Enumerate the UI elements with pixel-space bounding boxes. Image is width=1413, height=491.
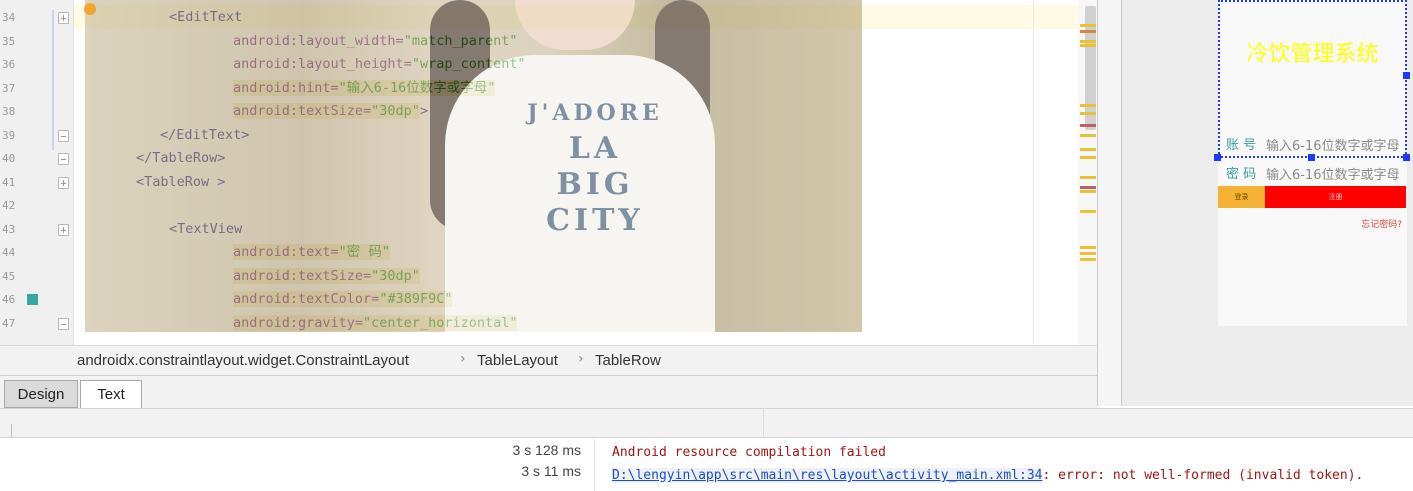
scroll-marker[interactable]: [1080, 258, 1096, 261]
line-number: 43: [2, 222, 16, 236]
breadcrumb-item[interactable]: TableRow: [595, 352, 661, 369]
line-number: 38: [2, 105, 16, 118]
scroll-marker[interactable]: [1080, 156, 1096, 159]
line-number: 45: [2, 269, 16, 283]
shirt-print: J'ADORE LA BIG CITY: [510, 95, 680, 239]
shirt-print-line: BIG: [556, 167, 634, 202]
change-marker: [52, 10, 54, 150]
shirt-print-line: CITY: [546, 203, 644, 238]
resize-handle[interactable]: [1403, 154, 1410, 161]
scroll-marker[interactable]: [1080, 104, 1096, 107]
scroll-marker[interactable]: [1080, 210, 1096, 213]
shirt-print-line: J'ADORE: [527, 100, 663, 126]
fold-icon[interactable]: [58, 129, 69, 142]
breadcrumb-separator: ›: [578, 351, 584, 367]
selection-box[interactable]: [1218, 0, 1407, 158]
resize-handle[interactable]: [1308, 154, 1315, 161]
scroll-marker[interactable]: [1080, 112, 1096, 115]
gutter-marker-icon[interactable]: [27, 294, 38, 305]
editor-tabs: Design Text: [0, 375, 1097, 408]
tab-design[interactable]: Design: [4, 380, 78, 408]
scroll-marker[interactable]: [1080, 252, 1096, 255]
shirt-print-line: LA: [568, 131, 622, 166]
breadcrumb-item[interactable]: TableLayout: [477, 352, 558, 369]
scroll-marker[interactable]: [1080, 134, 1096, 137]
scroll-marker[interactable]: [1080, 24, 1096, 27]
fold-icon[interactable]: [58, 223, 69, 236]
scroll-marker[interactable]: [1080, 40, 1096, 43]
line-number: 47: [2, 316, 16, 330]
build-time: 3 s 11 ms: [521, 463, 581, 479]
register-button[interactable]: 注册: [1265, 186, 1406, 208]
scroll-marker[interactable]: [1080, 148, 1096, 151]
scroll-marker[interactable]: [1080, 186, 1096, 189]
intention-bulb-icon[interactable]: [84, 3, 96, 15]
line-number: 42: [2, 199, 16, 212]
breadcrumb: androidx.constraintlayout.widget.Constra…: [0, 345, 1097, 375]
scroll-marker[interactable]: [1080, 246, 1096, 249]
scroll-marker[interactable]: [1080, 30, 1096, 33]
line-number: 41: [2, 175, 16, 189]
scroll-marker[interactable]: [1080, 176, 1096, 179]
toolbar-divider: [11, 424, 12, 437]
line-number: 36: [2, 58, 16, 71]
login-button[interactable]: 登录: [1218, 186, 1265, 208]
build-time: 3 s 128 ms: [512, 442, 581, 458]
resize-handle[interactable]: [1403, 72, 1410, 79]
scroll-marker[interactable]: [1080, 124, 1096, 127]
fold-icon[interactable]: [58, 317, 69, 330]
build-times: 3 s 128 ms 3 s 11 ms: [0, 438, 590, 491]
breadcrumb-separator: ›: [460, 351, 466, 367]
build-toolbar: [0, 408, 1413, 438]
fold-icon[interactable]: [58, 12, 69, 24]
error-title: Android resource compilation failed: [612, 445, 886, 460]
error-line: D:\lengyin\app\src\main\res\layout\activ…: [612, 468, 1363, 483]
breadcrumb-item[interactable]: androidx.constraintlayout.widget.Constra…: [77, 352, 409, 369]
password-label: 密 码: [1226, 167, 1257, 182]
output-divider: [594, 438, 595, 491]
scroll-marker[interactable]: [1080, 190, 1096, 193]
resize-handle[interactable]: [1214, 154, 1221, 161]
line-number: 37: [2, 81, 16, 95]
line-number: 34: [2, 11, 16, 24]
toolbar-divider: [763, 408, 764, 438]
line-number: 40: [2, 152, 16, 165]
line-number: 46: [2, 293, 16, 306]
error-message: : error: not well-formed (invalid token)…: [1042, 468, 1364, 483]
ide-window: 3435363738394041424344454647 <EditTextan…: [0, 0, 1413, 491]
fold-icon[interactable]: [58, 153, 69, 165]
line-number: 39: [2, 128, 16, 142]
code-editor[interactable]: 3435363738394041424344454647 <EditTextan…: [0, 0, 1097, 345]
tab-text[interactable]: Text: [80, 380, 142, 408]
line-gutter: 34 35 36 37 38 39 40 41 42 43 44 45 46 47: [0, 0, 74, 345]
scroll-marker[interactable]: [1080, 44, 1096, 47]
error-file-link[interactable]: D:\lengyin\app\src\main\res\layout\activ…: [612, 468, 1043, 483]
password-input[interactable]: 输入6-16位数字或字母: [1266, 164, 1400, 183]
line-number: 44: [2, 246, 16, 259]
fold-icon[interactable]: [58, 176, 69, 189]
background-photo: J'ADORE LA BIG CITY: [85, 0, 862, 332]
forgot-password-link[interactable]: 忘记密码?: [1340, 217, 1402, 230]
right-margin-guide: [1033, 0, 1034, 345]
panel-divider[interactable]: [1097, 0, 1122, 406]
line-number: 35: [2, 34, 16, 48]
build-output: Android resource compilation failed D:\l…: [596, 438, 1413, 491]
